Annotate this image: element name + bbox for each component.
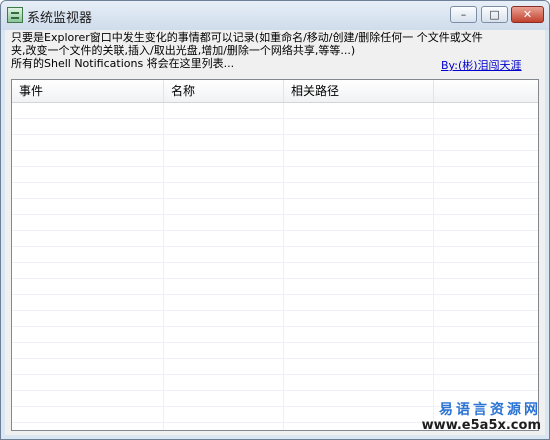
description-line-2: 夹,改变一个文件的关联,插入/取出光盘,增加/删除一个网络共享,等等...): [11, 44, 356, 57]
minimize-icon: –: [460, 8, 467, 21]
list-header: 事件 名称 相关路径: [12, 80, 538, 103]
window-title: 系统监视器: [27, 11, 93, 26]
column-header-path[interactable]: 相关路径: [284, 80, 434, 102]
minimize-button[interactable]: –: [450, 6, 477, 23]
watermark-url: www.e5a5x.com: [421, 418, 541, 433]
app-window: 系统监视器 – □ ✕ 只要是Explorer窗口中发生变化的事情都可以记录(如…: [0, 0, 550, 440]
watermark-site-name: 易语言资源网: [439, 402, 541, 418]
author-link[interactable]: By:(彬)泪闯天涯: [441, 57, 522, 73]
close-icon: ✕: [522, 8, 533, 21]
column-header-event[interactable]: 事件: [12, 80, 164, 102]
list-body[interactable]: [12, 103, 538, 430]
list-app-icon: [7, 7, 23, 23]
description-line-1: 只要是Explorer窗口中发生变化的事情都可以记录(如重命名/移动/创建/删除…: [11, 31, 483, 44]
column-header-filler: [434, 80, 538, 102]
maximize-icon: □: [489, 8, 500, 21]
maximize-button[interactable]: □: [481, 6, 508, 23]
close-button[interactable]: ✕: [511, 6, 544, 23]
watermark: 易语言资源网 www.e5a5x.com: [421, 402, 541, 434]
event-list-view[interactable]: 事件 名称 相关路径: [11, 79, 539, 431]
client-area: 只要是Explorer窗口中发生变化的事情都可以记录(如重命名/移动/创建/删除…: [5, 30, 545, 435]
column-header-name[interactable]: 名称: [164, 80, 284, 102]
title-bar[interactable]: 系统监视器 – □ ✕: [1, 1, 549, 30]
